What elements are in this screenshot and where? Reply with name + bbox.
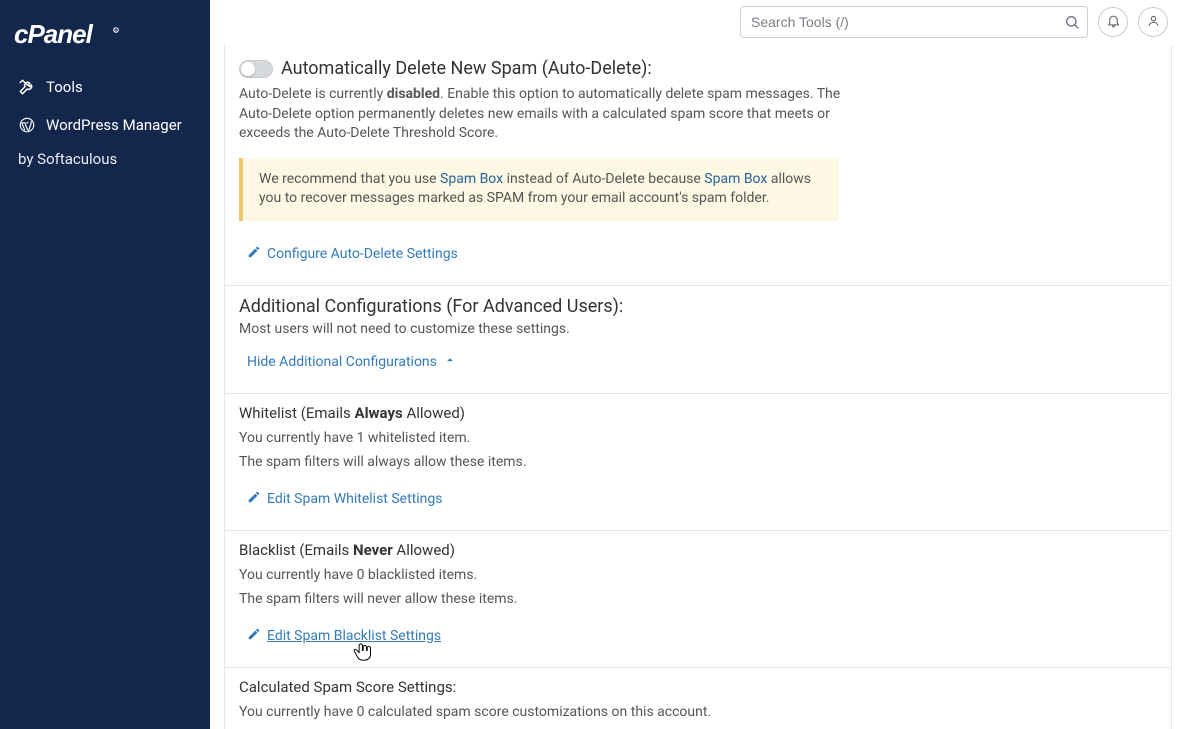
spam-box-link[interactable]: Spam Box (704, 171, 767, 187)
search-wrap (740, 6, 1088, 38)
edit-blacklist-link[interactable]: Edit Spam Blacklist Settings (239, 621, 449, 651)
blacklist-desc: The spam filters will never allow these … (239, 591, 1157, 607)
notifications-button[interactable] (1098, 7, 1128, 37)
whitelist-title: Whitelist (Emails Always Allowed) (239, 404, 1157, 422)
section-whitelist: Whitelist (Emails Always Allowed) You cu… (225, 393, 1171, 530)
sidebar-item-tools[interactable]: Tools (0, 68, 210, 106)
edit-whitelist-link[interactable]: Edit Spam Whitelist Settings (239, 484, 450, 514)
text-em: Never (353, 541, 393, 559)
text: We recommend that you use (259, 171, 440, 187)
bell-icon (1106, 13, 1121, 31)
text-em: Always (354, 404, 402, 422)
additional-title: Additional Configurations (For Advanced … (239, 296, 1157, 317)
text: Auto-Delete is currently (239, 86, 387, 102)
search-input[interactable] (740, 6, 1088, 38)
text: Allowed) (393, 541, 455, 559)
topbar (210, 0, 1182, 44)
section-score: Calculated Spam Score Settings: You curr… (225, 667, 1171, 729)
auto-delete-desc: Auto-Delete is currently disabled. Enabl… (239, 85, 859, 144)
text: Whitelist (Emails (239, 404, 354, 422)
svg-text:cPanel: cPanel (14, 20, 94, 49)
link-label: Edit Spam Blacklist Settings (267, 628, 441, 644)
link-label: Edit Spam Whitelist Settings (267, 491, 442, 507)
auto-delete-toggle[interactable] (239, 60, 273, 78)
whitelist-count: You currently have 1 whitelisted item. (239, 430, 1157, 446)
pencil-icon (247, 627, 261, 645)
sidebar-subline: by Softaculous (0, 144, 210, 178)
wrench-icon (18, 78, 36, 96)
blacklist-count: You currently have 0 blacklisted items. (239, 567, 1157, 583)
configure-auto-delete-link[interactable]: Configure Auto-Delete Settings (239, 239, 466, 269)
search-icon (1064, 14, 1080, 30)
link-label: Configure Auto-Delete Settings (267, 246, 458, 262)
pencil-icon (247, 490, 261, 508)
text: Blacklist (Emails (239, 541, 353, 559)
wordpress-icon (18, 116, 36, 134)
section-blacklist: Blacklist (Emails Never Allowed) You cur… (225, 530, 1171, 667)
spambox-recommendation-alert: We recommend that you use Spam Box inste… (239, 158, 839, 221)
chevron-up-icon (443, 353, 457, 371)
sidebar: cPanel R Tools WordPress Manag (0, 0, 210, 729)
sidebar-item-wordpress-manager[interactable]: WordPress Manager (0, 106, 210, 144)
score-desc: You currently have 0 calculated spam sco… (239, 704, 1157, 720)
section-auto-delete: Automatically Delete New Spam (Auto-Dele… (225, 44, 1171, 285)
content-scroll[interactable]: Automatically Delete New Spam (Auto-Dele… (210, 44, 1182, 729)
text: Allowed) (403, 404, 465, 422)
text: instead of Auto-Delete because (503, 171, 704, 187)
sidebar-item-label: Tools (46, 78, 83, 96)
whitelist-desc: The spam filters will always allow these… (239, 454, 1157, 470)
blacklist-title: Blacklist (Emails Never Allowed) (239, 541, 1157, 559)
section-additional-header: Additional Configurations (For Advanced … (225, 285, 1171, 393)
pencil-icon (247, 245, 261, 263)
main-area: Automatically Delete New Spam (Auto-Dele… (210, 0, 1182, 729)
sidebar-item-label: WordPress Manager (46, 116, 182, 134)
account-button[interactable] (1138, 7, 1168, 37)
link-label: Hide Additional Configurations (247, 354, 437, 370)
settings-panel: Automatically Delete New Spam (Auto-Dele… (224, 44, 1172, 729)
additional-desc: Most users will not need to customize th… (239, 321, 1157, 337)
user-icon (1146, 13, 1161, 31)
spam-box-link[interactable]: Spam Box (440, 171, 503, 187)
hide-additional-config-toggle[interactable]: Hide Additional Configurations (239, 347, 465, 377)
auto-delete-title: Automatically Delete New Spam (Auto-Dele… (281, 58, 652, 79)
sidebar-nav: Tools WordPress Manager by Softaculous (0, 68, 210, 178)
text-bold: disabled (387, 86, 440, 102)
score-title: Calculated Spam Score Settings: (239, 678, 1157, 696)
cpanel-logo[interactable]: cPanel R (0, 12, 210, 68)
